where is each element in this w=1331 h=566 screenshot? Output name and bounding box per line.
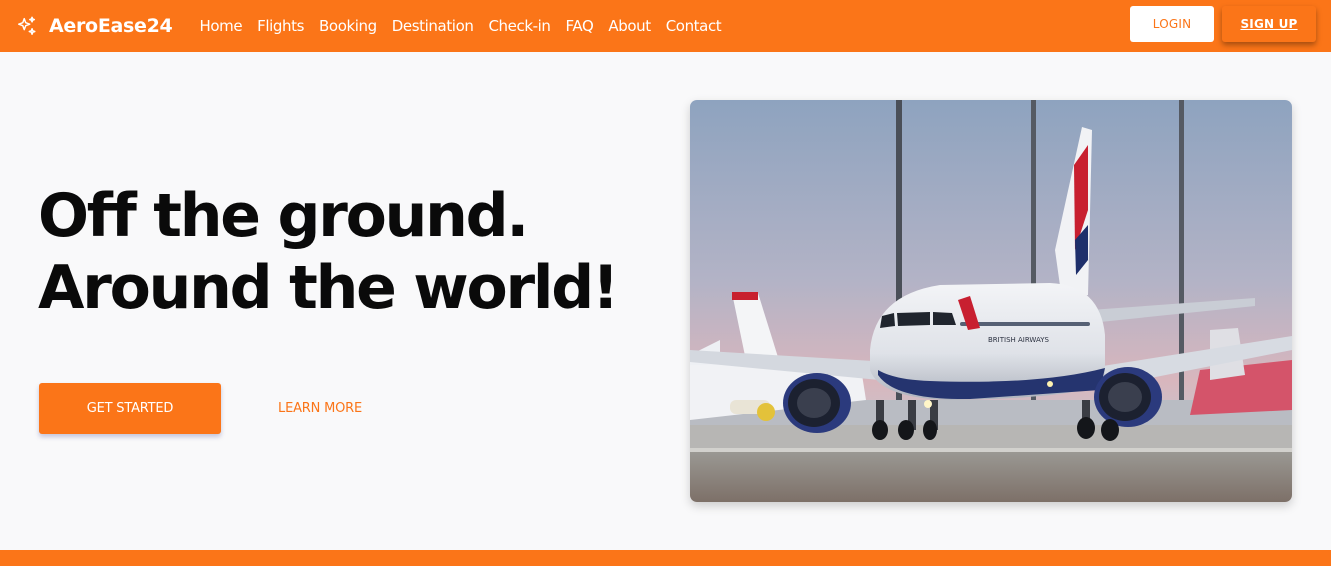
top-navbar: AeroEase24 Home Flights Booking Destinat… — [0, 0, 1331, 52]
nav-link-home[interactable]: Home — [199, 17, 242, 35]
nav-link-destination[interactable]: Destination — [392, 17, 474, 35]
footer-band — [0, 550, 1331, 566]
hero-title-line-2: Around the world! — [38, 253, 619, 323]
main-nav: Home Flights Booking Destination Check-i… — [199, 17, 721, 35]
airplane-photo: BRITISH AIRWAYS — [690, 100, 1292, 502]
login-button[interactable]: LOGIN — [1130, 6, 1214, 42]
learn-more-button[interactable]: LEARN MORE — [262, 383, 378, 434]
hero-airplane-image: BRITISH AIRWAYS — [690, 100, 1292, 502]
auth-actions: LOGIN SIGN UP — [1130, 6, 1316, 42]
nav-link-flights[interactable]: Flights — [257, 17, 304, 35]
brand-name: AeroEase24 — [49, 15, 173, 37]
sparkles-icon — [18, 16, 36, 35]
nav-link-about[interactable]: About — [608, 17, 651, 35]
brand[interactable]: AeroEase24 — [16, 0, 173, 52]
hero-title: Off the ground. Around the world! — [38, 180, 678, 324]
nav-link-faq[interactable]: FAQ — [566, 17, 594, 35]
signup-button[interactable]: SIGN UP — [1222, 6, 1316, 42]
nav-link-check-in[interactable]: Check-in — [488, 17, 550, 35]
nav-link-booking[interactable]: Booking — [319, 17, 377, 35]
svg-text:BRITISH AIRWAYS: BRITISH AIRWAYS — [988, 336, 1049, 344]
hero-title-line-1: Off the ground. — [38, 181, 529, 251]
nav-link-contact[interactable]: Contact — [666, 17, 722, 35]
get-started-button[interactable]: GET STARTED — [39, 383, 221, 434]
